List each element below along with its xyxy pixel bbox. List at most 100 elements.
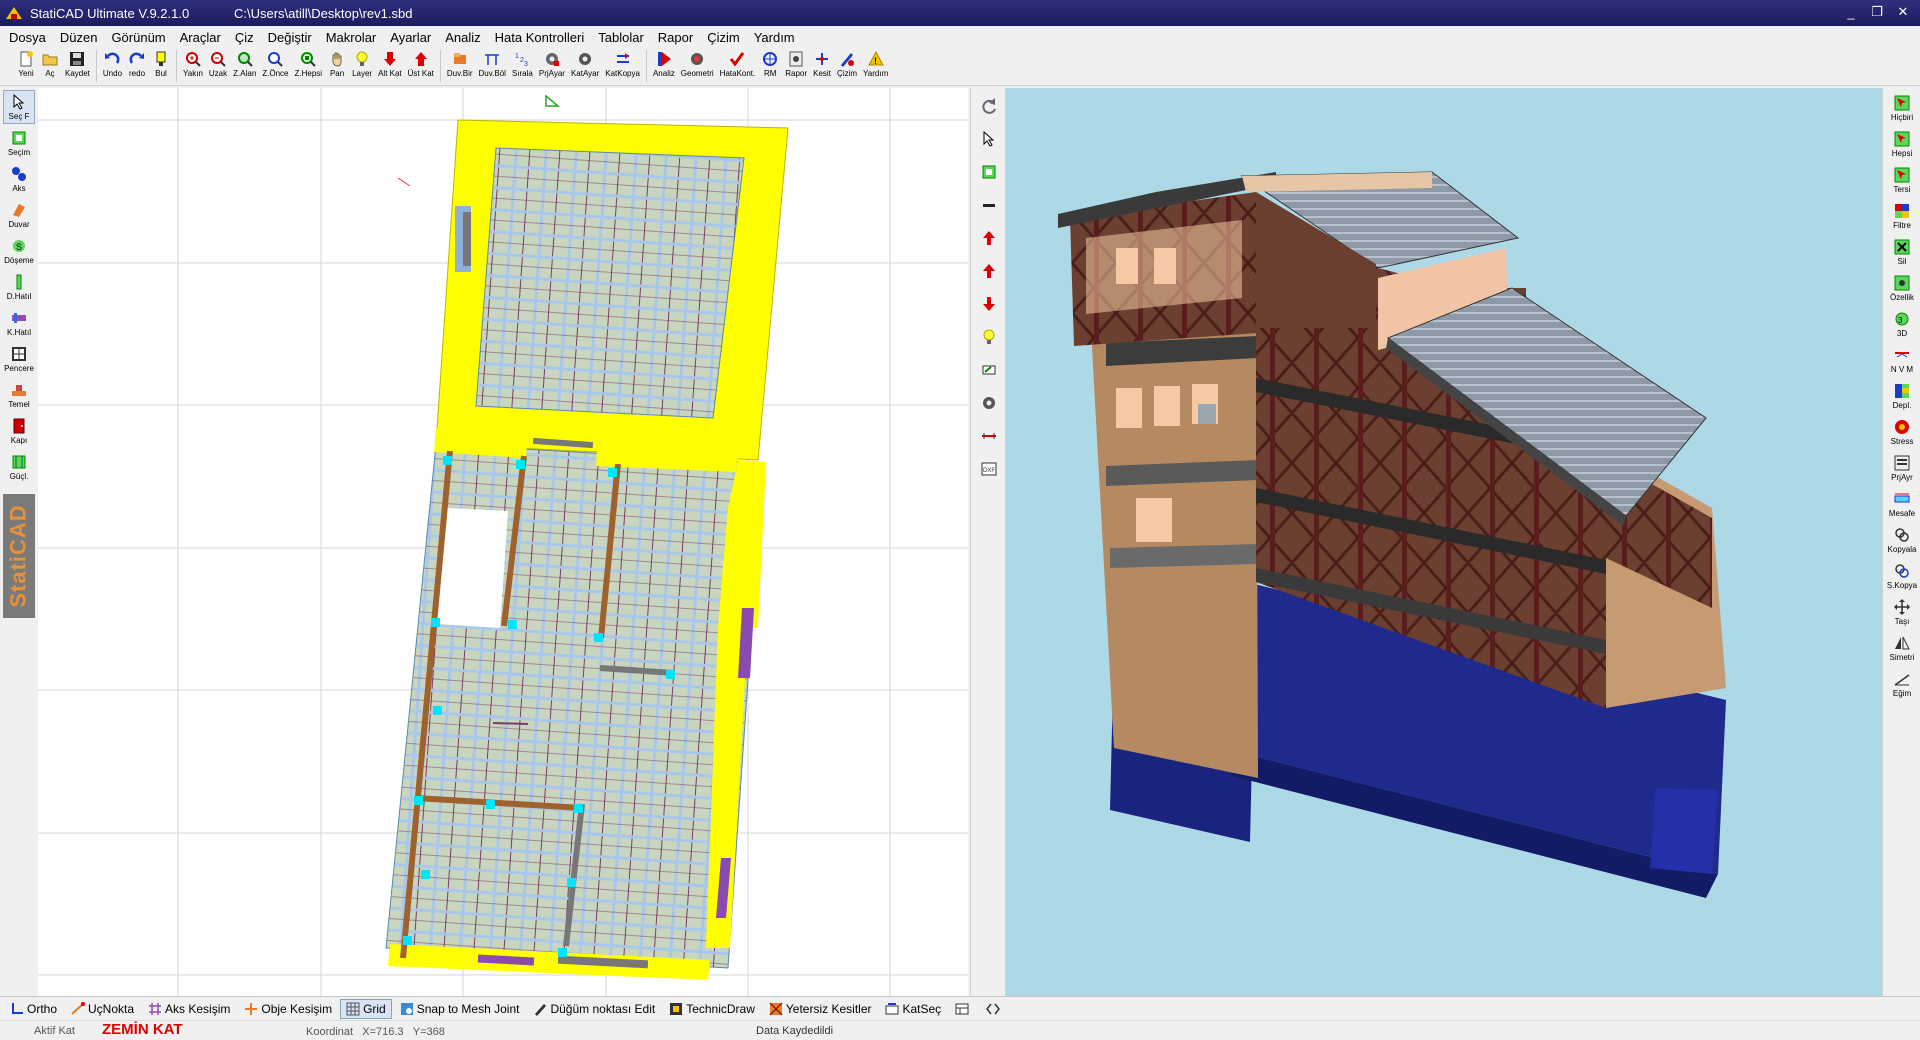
- measure-button[interactable]: [975, 423, 1003, 451]
- grid-toggle[interactable]: Grid: [340, 998, 392, 1019]
- select-box-button[interactable]: [975, 159, 1003, 187]
- special-copy-button[interactable]: S.Kopya: [1886, 559, 1918, 592]
- down-button[interactable]: [975, 291, 1003, 319]
- slope-button[interactable]: Eğim: [1886, 667, 1918, 700]
- menu-dosya[interactable]: Dosya: [2, 30, 53, 45]
- geometry-button[interactable]: Geometri: [678, 50, 717, 84]
- properties-button[interactable]: Özellik: [1886, 271, 1918, 304]
- mirror-button[interactable]: Simetri: [1886, 631, 1918, 664]
- invert-selection-button[interactable]: Tersi: [1886, 163, 1918, 196]
- technic-draw-toggle[interactable]: TechnicDraw: [663, 999, 761, 1019]
- wall-join-button[interactable]: Duv.Bir: [444, 50, 476, 84]
- rm-button[interactable]: RM: [758, 50, 782, 84]
- endpoint-toggle[interactable]: UçNokta: [65, 999, 140, 1019]
- ortho-toggle[interactable]: Ortho: [4, 999, 63, 1019]
- distance-button[interactable]: Mesafe: [1886, 487, 1918, 520]
- section-button[interactable]: Kesit: [810, 50, 834, 84]
- paint-button[interactable]: [975, 357, 1003, 385]
- menu-hata-kontrolleri[interactable]: Hata Kontrolleri: [488, 30, 592, 45]
- rotate-view-button[interactable]: [975, 93, 1003, 121]
- floor-settings-button[interactable]: KatAyar: [568, 50, 602, 84]
- sort-button[interactable]: 1 2 3 Sırala: [509, 50, 536, 84]
- reinforcement-tool[interactable]: Güçl.: [3, 450, 35, 484]
- minus-button[interactable]: [975, 192, 1003, 220]
- zoom-previous-button[interactable]: Z.Önce: [259, 50, 291, 84]
- wall-tool[interactable]: Duvar: [3, 198, 35, 232]
- redo-button[interactable]: redo: [125, 50, 149, 84]
- project-settings-button[interactable]: PrjAyar: [536, 50, 568, 84]
- find-button[interactable]: Bul: [149, 50, 173, 84]
- floor-select-toggle[interactable]: KatSeç: [879, 999, 947, 1019]
- analysis-button[interactable]: Analiz: [650, 50, 678, 84]
- open-button[interactable]: Aç: [38, 50, 62, 84]
- menu-yardim[interactable]: Yardım: [747, 30, 802, 45]
- menu-araclar[interactable]: Araçlar: [173, 30, 228, 45]
- node-edit-toggle[interactable]: Düğüm noktası Edit: [527, 999, 661, 1019]
- view-3d-button[interactable]: 3 3D: [1886, 307, 1918, 340]
- nvm-button[interactable]: N V M: [1886, 343, 1918, 376]
- select-all-button[interactable]: Hepsi: [1886, 127, 1918, 160]
- drawing-button[interactable]: Çizim: [834, 50, 860, 84]
- settings-button[interactable]: [975, 390, 1003, 418]
- menu-rapor[interactable]: Rapor: [651, 30, 700, 45]
- filter-button[interactable]: Filtre: [1886, 199, 1918, 232]
- foundation-tool[interactable]: Temel: [3, 378, 35, 412]
- delete-button[interactable]: Sil: [1886, 235, 1918, 268]
- plan-viewport[interactable]: [38, 88, 968, 996]
- door-tool[interactable]: Kapı: [3, 414, 35, 448]
- menu-cizim[interactable]: Çizim: [700, 30, 747, 45]
- floor-copy-button[interactable]: KatKopya: [602, 50, 643, 84]
- help-button[interactable]: ! Yardım: [860, 50, 891, 84]
- pointer-button[interactable]: [975, 126, 1003, 154]
- menu-duzen[interactable]: Düzen: [53, 30, 105, 45]
- insufficient-sections-toggle[interactable]: Yetersiz Kesitler: [763, 999, 878, 1019]
- top-view-button[interactable]: [975, 225, 1003, 253]
- horizontal-beam-tool[interactable]: K.Hatıl: [3, 306, 35, 340]
- wall-split-button[interactable]: Duv.Böl: [476, 50, 509, 84]
- object-intersection-toggle[interactable]: Obje Kesişim: [238, 999, 338, 1019]
- zoom-in-button[interactable]: Yakın: [180, 50, 206, 84]
- displacement-button[interactable]: Depl.: [1886, 379, 1918, 412]
- dxf-export-button[interactable]: DXF: [975, 456, 1003, 484]
- menu-gorunum[interactable]: Görünüm: [104, 30, 172, 45]
- lower-floor-button[interactable]: Alt Kat: [375, 50, 405, 84]
- new-button[interactable]: Yeni: [14, 50, 38, 84]
- selection-tool[interactable]: Seçim: [3, 126, 35, 160]
- close-icon[interactable]: ✕: [1892, 3, 1914, 21]
- menu-degistir[interactable]: Değiştir: [261, 30, 319, 45]
- minimize-icon[interactable]: _: [1840, 3, 1862, 21]
- code-arrows-toggle[interactable]: [980, 999, 1009, 1019]
- 3d-viewport[interactable]: [1006, 88, 1882, 996]
- menu-ayarlar[interactable]: Ayarlar: [383, 30, 438, 45]
- zoom-out-button[interactable]: Uzak: [206, 50, 230, 84]
- slab-tool[interactable]: S Döşeme: [3, 234, 35, 268]
- axis-tool[interactable]: Aks: [3, 162, 35, 196]
- select-tool[interactable]: Seç F: [3, 90, 35, 124]
- pan-button[interactable]: Pan: [325, 50, 349, 84]
- axis-intersection-toggle[interactable]: Aks Kesişim: [142, 999, 236, 1019]
- stress-button[interactable]: Stress: [1886, 415, 1918, 448]
- error-check-button[interactable]: HataKont.: [717, 50, 759, 84]
- up-button[interactable]: [975, 258, 1003, 286]
- light-button[interactable]: [975, 324, 1003, 352]
- report-button[interactable]: Rapor: [782, 50, 810, 84]
- snap-mesh-toggle[interactable]: Snap to Mesh Joint: [394, 999, 526, 1019]
- project-settings-right-button[interactable]: PrjAyr: [1886, 451, 1918, 484]
- zoom-all-button[interactable]: Z.Hepsi: [292, 50, 326, 84]
- move-button[interactable]: Taşı: [1886, 595, 1918, 628]
- layout-toggle[interactable]: [949, 999, 978, 1019]
- zoom-area-button[interactable]: Z.Alan: [230, 50, 259, 84]
- save-button[interactable]: Kaydet: [62, 50, 93, 84]
- upper-floor-button[interactable]: Üst Kat: [405, 50, 437, 84]
- menu-ciz[interactable]: Çiz: [228, 30, 261, 45]
- undo-button[interactable]: Undo: [100, 50, 125, 84]
- vertical-beam-tool[interactable]: D.Hatıl: [3, 270, 35, 304]
- restore-icon[interactable]: ❐: [1866, 3, 1888, 21]
- layer-button[interactable]: Layer: [349, 50, 375, 84]
- copy-button[interactable]: Kopyala: [1886, 523, 1918, 556]
- menu-tablolar[interactable]: Tablolar: [591, 30, 651, 45]
- menu-makrolar[interactable]: Makrolar: [319, 30, 384, 45]
- menu-analiz[interactable]: Analiz: [438, 30, 487, 45]
- select-none-button[interactable]: Hiçbiri: [1886, 91, 1918, 124]
- window-tool[interactable]: Pencere: [3, 342, 35, 376]
